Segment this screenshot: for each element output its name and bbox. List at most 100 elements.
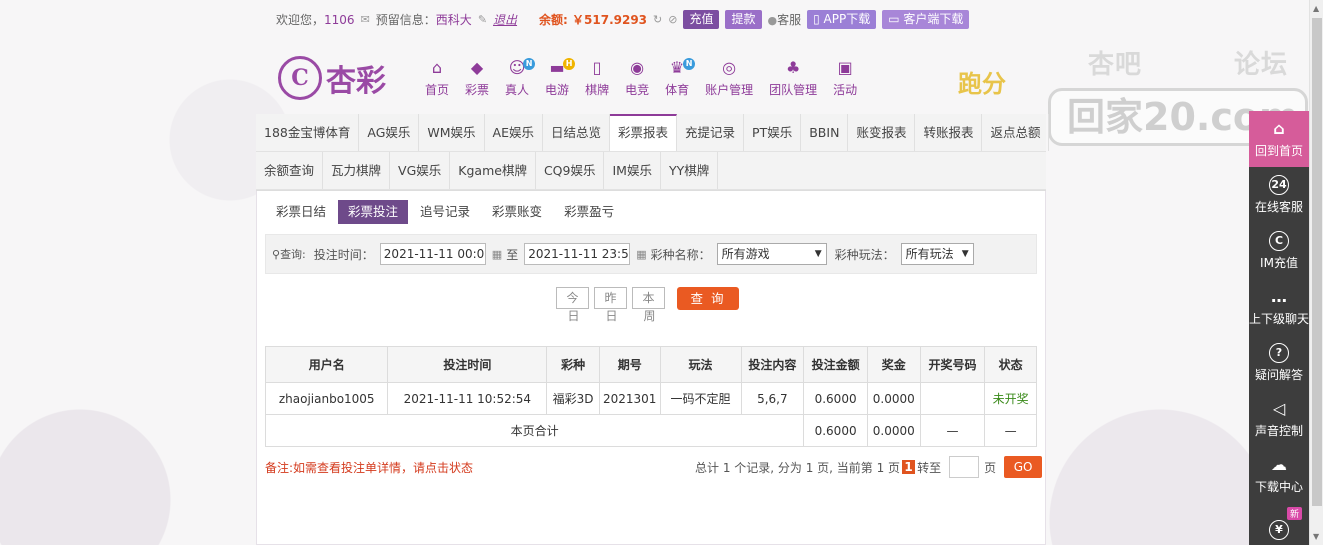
table-cell: 0.0000: [866, 382, 921, 415]
column-header: 投注内容: [740, 346, 805, 383]
table-row: zhaojianbo1005 2021-11-11 10:52:54 福彩3D 202…: [264, 382, 1037, 415]
scroll-down-icon[interactable]: ▼: [1313, 532, 1319, 541]
tab-item[interactable]: VG娱乐: [390, 152, 451, 189]
nav-label: 电竞: [625, 83, 650, 97]
sidebar-item[interactable]: … 上下级聊天: [1249, 279, 1309, 335]
tab-item[interactable]: IM娱乐: [604, 152, 661, 189]
start-time-input[interactable]: 2021-11-11 00:00: [379, 243, 486, 265]
charge-button[interactable]: 充值: [683, 9, 720, 29]
sidebar-item[interactable]: ⌂ 回到首页: [1249, 111, 1309, 167]
total-status: —: [984, 414, 1037, 447]
table-cell: 2021-11-11 10:52:54: [387, 382, 548, 415]
withdraw-button[interactable]: 提款: [725, 9, 762, 29]
reserved-value: 西科大: [435, 12, 472, 27]
tab-item[interactable]: Kgame棋牌: [450, 152, 536, 189]
tab-item[interactable]: BBIN: [801, 114, 849, 151]
calendar-icon[interactable]: ▦: [636, 248, 646, 261]
scroll-up-icon[interactable]: ▲: [1313, 4, 1319, 13]
question-icon: ?: [1269, 343, 1289, 363]
this-week-button[interactable]: 本周: [632, 287, 665, 323]
nav-item[interactable]: ◎ 账户管理: [705, 58, 753, 98]
calendar-icon[interactable]: ▦: [492, 248, 502, 261]
service-icon: ●: [767, 13, 778, 27]
scrollbar-thumb[interactable]: [1312, 18, 1322, 506]
sidebar-label: 回到首页: [1254, 144, 1303, 158]
sidebar-item[interactable]: ? 疑问解答: [1249, 335, 1309, 391]
subtab-item[interactable]: 彩票盈亏: [554, 200, 624, 224]
table-total-row: 本页合计 0.6000 0.0000 — —: [264, 414, 1037, 447]
tab-item[interactable]: CQ9娱乐: [536, 152, 605, 189]
site-logo[interactable]: C 杏彩: [278, 56, 386, 100]
paofen-link[interactable]: 跑分: [958, 64, 1006, 99]
query-prefix: ⚲查询:: [272, 248, 306, 261]
sidebar-label: 在线客服: [1254, 200, 1303, 214]
subtab-item[interactable]: 彩票投注: [338, 200, 409, 224]
scrollbar[interactable]: ▲ ▼: [1309, 0, 1323, 545]
logout-link[interactable]: 退出: [493, 11, 517, 28]
play-type-select[interactable]: 所有玩法 ▼: [900, 243, 974, 265]
sidebar-item[interactable]: ◁ 声音控制: [1249, 391, 1309, 447]
tab-item[interactable]: AE娱乐: [485, 114, 543, 151]
sidebar-item[interactable]: ☁ 下载中心: [1249, 447, 1309, 503]
mail-icon[interactable]: ✉: [361, 13, 370, 26]
balance-text: 余额: ￥517.9293: [539, 12, 648, 27]
tab-item[interactable]: 返点总额: [982, 114, 1050, 151]
table-cell: zhaojianbo1005: [264, 382, 389, 415]
service-link[interactable]: ●客服: [768, 11, 802, 28]
tab-item[interactable]: PT娱乐: [744, 114, 802, 151]
nav-item[interactable]: ◉ 电竞: [625, 58, 649, 98]
nav-item[interactable]: ♣ 团队管理: [769, 58, 817, 98]
end-time-input[interactable]: 2021-11-11 23:59: [524, 243, 631, 265]
search-button[interactable]: 查 询: [677, 287, 739, 310]
today-button[interactable]: 今日: [556, 287, 589, 323]
go-button[interactable]: GO: [1004, 456, 1043, 478]
sidebar-label: 下载中心: [1254, 480, 1303, 494]
column-header: 用户名: [264, 346, 389, 383]
query-bar: ⚲查询: 投注时间： 2021-11-11 00:00 ▦ 至 2021-11-…: [265, 234, 1037, 274]
nav-item[interactable]: ▬ H 电游: [545, 58, 576, 98]
lottery-type-select[interactable]: 所有游戏 ▼: [716, 243, 827, 265]
nav-label: 电游: [545, 83, 570, 97]
app-download-button[interactable]: ▯ APP下载: [807, 9, 877, 29]
tab-item[interactable]: 瓦力棋牌: [323, 152, 391, 189]
page-jump-input[interactable]: [949, 456, 980, 478]
tab-item[interactable]: 彩票报表: [610, 114, 678, 151]
yesterday-button[interactable]: 昨日: [594, 287, 627, 323]
current-page[interactable]: 1: [902, 460, 916, 474]
table-header-row: 用户名 投注时间 彩种 期号 玩法 投注内容 投注金额 奖金 开奖号码 状态: [264, 346, 1037, 383]
refresh-icon[interactable]: ↻: [653, 13, 662, 26]
sidebar-item[interactable]: 24 在线客服: [1249, 167, 1309, 223]
nav-item[interactable]: ☺ N 真人: [505, 58, 536, 98]
account-icon: ◎: [722, 58, 737, 77]
phone-icon: ▯: [813, 11, 824, 26]
nav-label: 棋牌: [585, 83, 610, 97]
tab-item[interactable]: WM娱乐: [419, 114, 485, 151]
ticket-icon: ◆: [470, 58, 484, 77]
nav-item[interactable]: ◆ 彩票: [465, 58, 489, 98]
total-label: 本页合计: [264, 414, 805, 447]
hide-eye-icon[interactable]: ⊘: [668, 13, 677, 26]
edit-icon[interactable]: ✎: [478, 13, 487, 26]
subtab-item[interactable]: 彩票日结: [266, 200, 336, 224]
sidebar-item[interactable]: ¥ 新: [1249, 503, 1309, 545]
nav-item[interactable]: ⌂ 首页: [425, 58, 449, 98]
monitor-icon: ▭: [888, 11, 904, 26]
subtab-item[interactable]: 追号记录: [410, 200, 480, 224]
client-download-button[interactable]: ▭ 客户端下载: [882, 9, 970, 29]
tab-item[interactable]: 转账报表: [915, 114, 983, 151]
status-link[interactable]: 未开奖: [984, 382, 1037, 415]
tab-item[interactable]: 日结总览: [543, 114, 611, 151]
subtab-item[interactable]: 彩票账变: [482, 200, 552, 224]
tab-item[interactable]: 账变报表: [848, 114, 916, 151]
sidebar-item[interactable]: C IM充值: [1249, 223, 1309, 279]
total-bonus: 0.0000: [866, 414, 921, 447]
nav-item[interactable]: ♛ N 体育: [665, 58, 696, 98]
tab-item[interactable]: 充提记录: [677, 114, 745, 151]
tab-item[interactable]: YY棋牌: [661, 152, 719, 189]
tab-item[interactable]: 余额查询: [256, 152, 324, 189]
column-header: 彩种: [546, 346, 600, 383]
nav-item[interactable]: ▣ 活动: [833, 58, 857, 98]
tab-item[interactable]: AG娱乐: [359, 114, 420, 151]
nav-item[interactable]: ▯ 棋牌: [585, 58, 609, 98]
tab-item[interactable]: 188金宝博体育: [256, 114, 360, 151]
